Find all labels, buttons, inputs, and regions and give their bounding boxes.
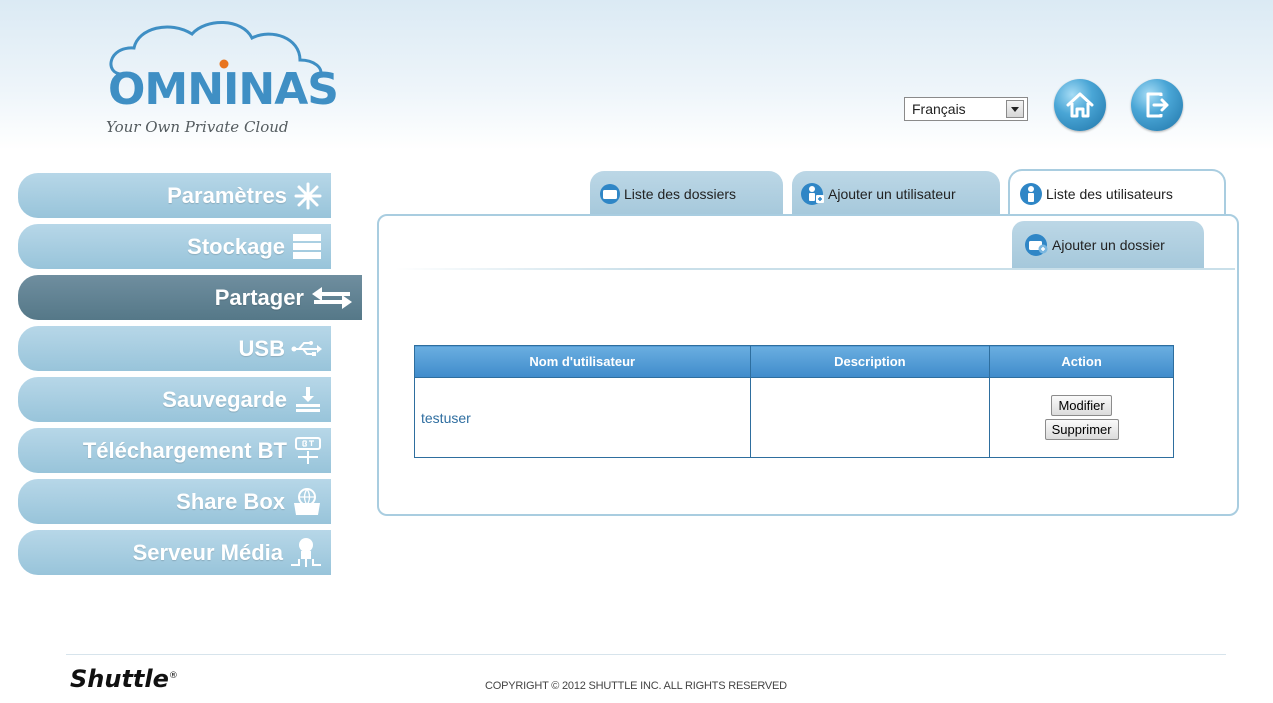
chevron-down-icon[interactable] — [1006, 100, 1024, 118]
omninas-logo: OMNINAS Your Own Private Cloud — [100, 16, 340, 136]
modify-button[interactable]: Modifier — [1051, 395, 1112, 416]
sidebar-item-stockage[interactable]: Stockage — [18, 224, 331, 269]
sidebar-item-share-box[interactable]: Share Box — [18, 479, 331, 524]
backup-icon — [293, 385, 323, 415]
language-select[interactable]: Français — [904, 97, 1028, 121]
sidebar-item-sauvegarde[interactable]: Sauvegarde — [18, 377, 331, 422]
sidebar-item-label: Téléchargement BT — [82, 437, 287, 463]
sidebar-item-label: Partager — [214, 284, 304, 310]
settings-icon — [293, 181, 323, 211]
users-table: Nom d'utilisateur Description Action tes… — [414, 345, 1174, 458]
action-cell: Modifier Supprimer — [989, 377, 1174, 458]
registered-mark: ® — [168, 671, 178, 681]
logo-wordmark: OMNINAS — [108, 64, 339, 115]
user-list-icon — [1018, 182, 1044, 206]
tab-label: Ajouter un dossier — [1052, 236, 1165, 253]
column-header-action: Action — [989, 345, 1174, 378]
sidebar-item-label: USB — [238, 335, 285, 361]
column-header-username: Nom d'utilisateur — [414, 345, 751, 378]
sidebar-item-parametres[interactable]: Paramètres — [18, 173, 331, 218]
media-server-icon — [289, 537, 323, 569]
subtab-divider — [395, 268, 1235, 270]
storage-icon — [291, 232, 323, 262]
logout-icon — [1146, 92, 1169, 118]
description-cell — [749, 377, 991, 458]
table-row: testuser Modifier Supprimer — [414, 377, 1174, 458]
home-icon — [1066, 92, 1094, 118]
username-cell[interactable]: testuser — [414, 377, 751, 458]
add-folder-icon — [1024, 233, 1050, 257]
delete-button[interactable]: Supprimer — [1044, 419, 1119, 440]
tab-liste-des-dossiers[interactable]: Liste des dossiers — [590, 171, 783, 217]
tab-label: Liste des utilisateurs — [1046, 186, 1173, 202]
logo-tagline: Your Own Private Cloud — [106, 118, 289, 136]
logout-button[interactable] — [1131, 79, 1183, 131]
sidebar-item-label: Paramètres — [167, 182, 287, 208]
brand-name: Shuttle — [70, 665, 169, 693]
sidebar-item-partager[interactable]: Partager — [18, 275, 362, 320]
add-user-icon — [800, 182, 826, 206]
home-button[interactable] — [1054, 79, 1106, 131]
copyright-text: COPYRIGHT © 2012 SHUTTLE INC. ALL RIGHTS… — [485, 680, 787, 692]
tab-label: Ajouter un utilisateur — [828, 186, 956, 202]
sidebar-item-usb[interactable]: USB — [18, 326, 331, 371]
page: OMNINAS Your Own Private Cloud Français … — [0, 0, 1273, 703]
shuttle-logo: Shuttle® — [70, 665, 178, 693]
tab-label: Liste des dossiers — [624, 186, 737, 202]
tab-ajouter-un-utilisateur[interactable]: Ajouter un utilisateur — [792, 171, 1000, 217]
sidebar-item-serveur-media[interactable]: Serveur Média — [18, 530, 331, 575]
sidebar-item-telechargement-bt[interactable]: Téléchargement BT — [18, 428, 331, 473]
usb-icon — [291, 337, 323, 361]
share-box-icon — [291, 487, 323, 517]
tab-liste-des-utilisateurs[interactable]: Liste des utilisateurs — [1008, 169, 1226, 217]
folder-list-icon — [598, 183, 622, 205]
sidebar-item-label: Stockage — [187, 233, 285, 259]
sidebar-item-label: Serveur Média — [132, 539, 283, 565]
share-arrows-icon — [310, 283, 354, 313]
sidebar-item-label: Sauvegarde — [162, 386, 287, 412]
tab-ajouter-un-dossier[interactable]: Ajouter un dossier — [1012, 221, 1204, 268]
table-header-row: Nom d'utilisateur Description Action — [414, 345, 1174, 378]
column-header-description: Description — [749, 345, 991, 378]
sidebar-item-label: Share Box — [176, 488, 285, 514]
bt-download-icon — [293, 436, 323, 466]
language-selected-value: Français — [912, 101, 966, 117]
footer-divider — [66, 654, 1226, 655]
